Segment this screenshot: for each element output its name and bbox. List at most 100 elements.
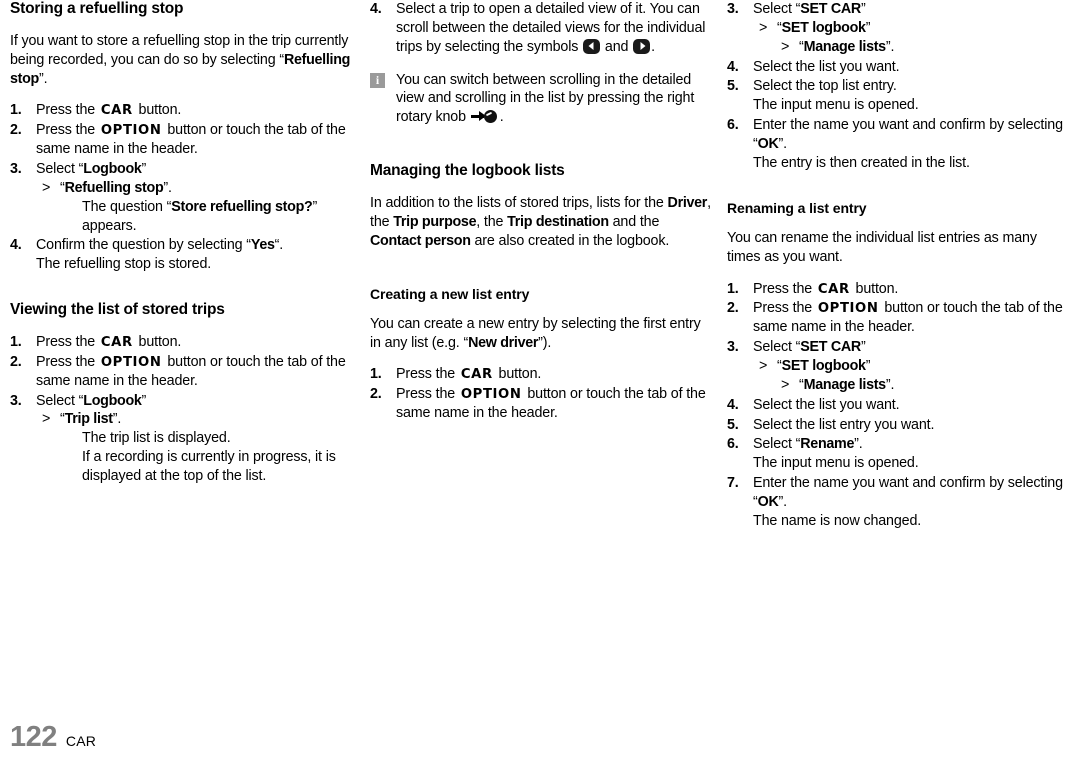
step-number: 1. bbox=[10, 333, 22, 350]
section-heading-storing-refuelling-stop: Storing a refuelling stop bbox=[10, 0, 184, 17]
list-name-contact-person: Contact person bbox=[370, 232, 471, 249]
step-text-post: button. bbox=[855, 280, 899, 297]
step-text-pre: Select “ bbox=[36, 392, 84, 409]
step-number: 6. bbox=[727, 436, 739, 453]
chapter-label: CAR bbox=[65, 733, 97, 749]
step-text: Select a trip to open a detailed view of… bbox=[396, 1, 706, 55]
option-button-label: OPTION bbox=[460, 387, 522, 403]
list-entry-new-driver: New driver bbox=[468, 334, 539, 351]
car-button-label: CAR bbox=[100, 334, 133, 350]
sub-step: > “Refuelling stop”. The question “Store … bbox=[42, 179, 354, 236]
column-right: 3. Select “SET CAR ” > “SET logbook” > “Man… bbox=[724, 0, 1079, 532]
subsection-heading-renaming-list-entry: Renaming a list entry bbox=[727, 199, 867, 216]
step-detail: The question “Store refuelling stop?” ap… bbox=[60, 198, 354, 236]
step-text-post: ”. bbox=[778, 136, 787, 153]
sub-step-post: ” bbox=[865, 19, 871, 36]
step-number: 1. bbox=[10, 102, 22, 119]
section-heading-viewing-stored-trips: Viewing the list of stored trips bbox=[10, 301, 225, 319]
step-item: 4. Confirm the question by selecting “Ye… bbox=[10, 236, 354, 274]
step-number: 5. bbox=[727, 78, 739, 95]
page-number: 122 bbox=[10, 721, 57, 753]
subsection-spacer bbox=[727, 174, 1071, 200]
scroll-left-icon[interactable] bbox=[583, 38, 601, 54]
knob-circle bbox=[483, 110, 497, 124]
step-item: 6. Enter the name you want and confirm b… bbox=[727, 116, 1071, 173]
step-number: 2. bbox=[727, 300, 739, 317]
steps-renaming-list-entry: 1. Press the CAR button. 2. Press the OP… bbox=[727, 280, 1071, 531]
step-item: 5. Select the top list entry. The input … bbox=[727, 77, 1071, 115]
steps-creating-new-list-entry-continued: 3. Select “SET CAR” > “SET logbook” > “Man… bbox=[727, 0, 1071, 173]
step-item: 2. Press the OPTION button or touch the … bbox=[727, 299, 1071, 337]
step-text-pre: Press the bbox=[36, 353, 96, 370]
step-detail: If a recording is currently in progress,… bbox=[82, 449, 336, 484]
step-detail: The refuelling stop is stored. bbox=[36, 256, 212, 273]
intro-paragraph-renaming: You can rename the individual list entri… bbox=[727, 229, 1037, 265]
step-number: 3. bbox=[727, 339, 739, 356]
menu-item-yes: Yes bbox=[250, 237, 275, 254]
step-number: 2. bbox=[370, 386, 382, 403]
sub-step: > “SET logbook” bbox=[759, 19, 1071, 38]
menu-item-set-logbook: SET logbook bbox=[781, 19, 866, 36]
note-text-end: . bbox=[499, 109, 504, 126]
step-item: 2. Press the OPTION button or touch the … bbox=[370, 385, 714, 423]
step-text-post: ” bbox=[141, 160, 147, 177]
step-item: 3. Select “SET CAR” > “SET logbook” > “Man… bbox=[727, 338, 1071, 395]
gt-marker: > bbox=[759, 19, 768, 36]
step-detail: The entry is then created in the list. bbox=[753, 154, 970, 171]
step-text-pre: Enter the name you want and confirm by s… bbox=[753, 117, 1063, 153]
menu-item-set-car: SET CAR bbox=[800, 339, 861, 356]
menu-item-logbook: Logbook bbox=[83, 392, 142, 409]
step-number: 4. bbox=[10, 237, 22, 254]
step-item: 1. Press the CAR button. bbox=[370, 365, 714, 384]
step-item: 7. Enter the name you want and confirm b… bbox=[727, 474, 1071, 531]
step-text: Select the list you want. bbox=[753, 396, 900, 413]
step-item: 1. Press the CAR button. bbox=[10, 333, 354, 352]
step-number: 4. bbox=[727, 58, 739, 75]
step-number: 5. bbox=[727, 416, 739, 433]
step-text-pre: Press the bbox=[396, 366, 456, 383]
option-button-label: OPTION bbox=[100, 123, 162, 139]
step-item: 6. Select “Rename”. The input menu is op… bbox=[727, 435, 1071, 473]
subsection-heading-creating-new-list-entry: Creating a new list entry bbox=[370, 285, 530, 302]
subsection-spacer bbox=[370, 264, 714, 286]
menu-item-manage-lists: Manage lists bbox=[803, 38, 887, 55]
intro-paragraph-managing: In addition to the lists of stored trips… bbox=[370, 194, 714, 251]
option-button-label: OPTION bbox=[817, 301, 879, 317]
intro-text: are also created in the logbook. bbox=[470, 232, 670, 249]
intro-text-b: ”. bbox=[38, 70, 48, 87]
step-detail: The input menu is opened. bbox=[753, 97, 919, 114]
step-text-pre: Press the bbox=[36, 333, 96, 350]
steps-creating-new-list-entry: 1. Press the CAR button. 2. Press the OP… bbox=[370, 365, 714, 423]
sub-step: > “Manage lists”. bbox=[781, 376, 1071, 395]
three-column-layout: Storing a refuelling stop If you want to… bbox=[0, 0, 1079, 532]
step-number: 3. bbox=[727, 1, 739, 17]
intro-text: , the bbox=[476, 213, 508, 230]
page-footer: 122 CAR bbox=[10, 723, 96, 752]
menu-item-ok: OK bbox=[757, 136, 779, 153]
gt-marker: > bbox=[759, 357, 768, 374]
step-number: 6. bbox=[727, 117, 739, 134]
steps-storing-refuelling-stop: 1. Press the CAR button. 2. Press the OP… bbox=[10, 101, 354, 274]
step-text-end: . bbox=[651, 38, 655, 55]
step-text-pre: Press the bbox=[753, 280, 813, 297]
gt-marker: > bbox=[42, 179, 51, 196]
sub-step-post: ”. bbox=[112, 411, 122, 428]
menu-item-logbook: Logbook bbox=[83, 160, 142, 177]
section-heading-managing-logbook-lists: Managing the logbook lists bbox=[370, 162, 565, 180]
step-number: 1. bbox=[727, 280, 739, 297]
step-text-pre: Press the bbox=[36, 102, 96, 119]
step-text-pre: Select “ bbox=[753, 339, 801, 356]
steps-viewing-stored-trips-continued: 4. Select a trip to open a detailed view… bbox=[370, 0, 714, 57]
car-button-label: CAR bbox=[817, 281, 850, 297]
step-item: 3. Select “Logbook” > “Refuelling stop”. … bbox=[10, 160, 354, 235]
menu-item-refuelling-stop: Refuelling stop bbox=[64, 179, 164, 196]
scroll-right-icon[interactable] bbox=[633, 38, 651, 54]
step-text-pre: Enter the name you want and confirm by s… bbox=[753, 475, 1063, 510]
step-text-post: ” bbox=[860, 1, 866, 17]
step-number: 3. bbox=[10, 160, 22, 177]
step-detail: The trip list is displayed. bbox=[82, 430, 231, 447]
step-item: 3. Select “SET CAR” > “SET logbook” > “Man… bbox=[727, 0, 1071, 57]
press-rotary-knob-icon bbox=[470, 109, 499, 124]
step-detail: The name is now changed. bbox=[753, 512, 922, 529]
